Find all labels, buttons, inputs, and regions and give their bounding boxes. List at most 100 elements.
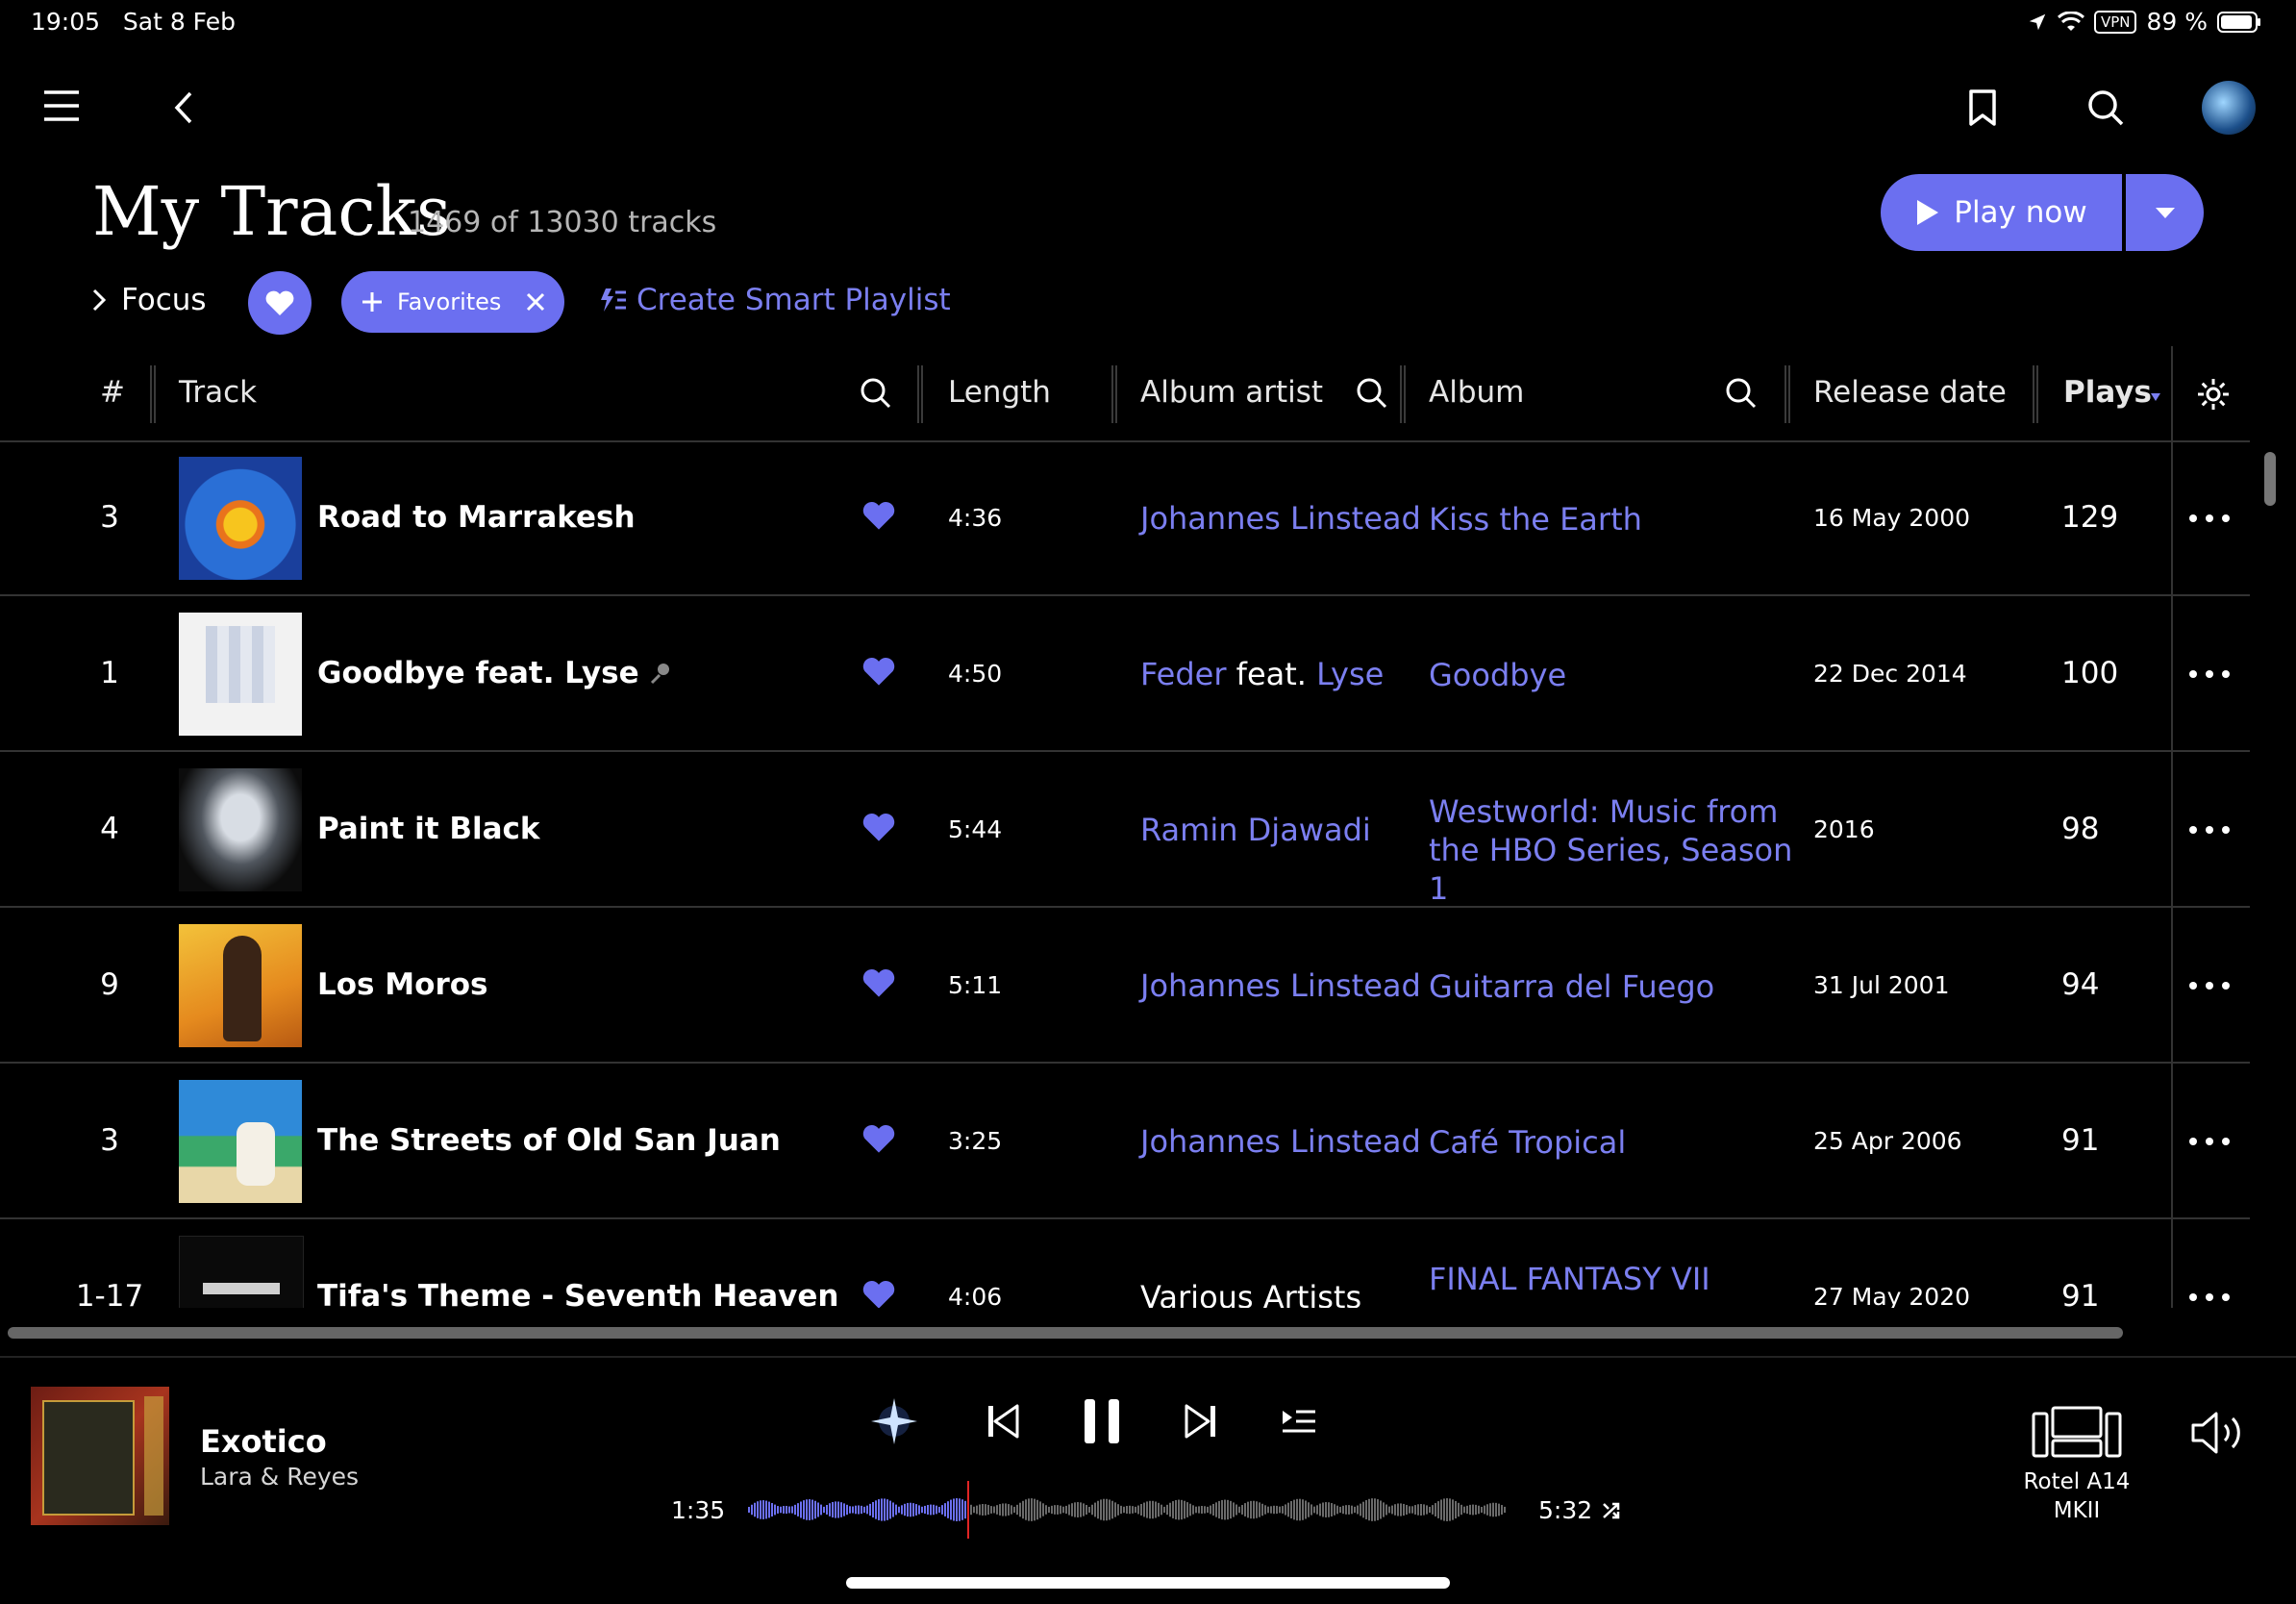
menu-button[interactable] bbox=[42, 88, 81, 123]
album-link[interactable]: Café Tropical bbox=[1429, 1123, 1813, 1162]
featured-artist-link[interactable]: Lyse bbox=[1316, 656, 1384, 692]
favorite-heart-icon[interactable] bbox=[861, 967, 896, 998]
back-button[interactable] bbox=[171, 90, 196, 125]
column-settings-button[interactable] bbox=[2196, 377, 2231, 412]
column-separator[interactable] bbox=[1784, 365, 1790, 423]
next-track-button[interactable] bbox=[1185, 1404, 1217, 1439]
column-length[interactable]: Length bbox=[948, 375, 1051, 410]
album-link[interactable]: Goodbye bbox=[1429, 656, 1813, 694]
track-title[interactable]: Los Moros bbox=[317, 967, 487, 1002]
column-number[interactable]: # bbox=[100, 375, 125, 410]
track-title[interactable]: Road to Marrakesh bbox=[317, 500, 636, 535]
track-duration: 5:32 bbox=[1538, 1496, 1621, 1524]
album-art[interactable] bbox=[179, 768, 302, 891]
focus-toggle[interactable]: Focus bbox=[92, 283, 207, 317]
track-title[interactable]: Tifa's Theme - Seventh Heaven bbox=[317, 1279, 838, 1308]
artist-search-button[interactable] bbox=[1356, 377, 1388, 410]
album-link[interactable]: Kiss the Earth bbox=[1429, 500, 1813, 539]
column-separator[interactable] bbox=[1400, 365, 1406, 423]
location-icon bbox=[2029, 13, 2046, 30]
search-button[interactable] bbox=[2086, 88, 2125, 127]
skip-forward-icon bbox=[1185, 1404, 1215, 1439]
favorites-chip[interactable]: Favorites bbox=[341, 271, 564, 333]
favorite-heart-icon[interactable] bbox=[861, 812, 896, 842]
album-link[interactable]: FINAL FANTASY VII bbox=[1429, 1260, 1813, 1298]
track-title[interactable]: Paint it Black bbox=[317, 812, 540, 846]
now-playing-title[interactable]: Exotico bbox=[200, 1423, 327, 1460]
now-playing-art[interactable] bbox=[31, 1387, 169, 1525]
track-list[interactable]: 3 Road to Marrakesh 4:36 Johannes Linste… bbox=[0, 440, 2250, 1308]
track-title[interactable]: The Streets of Old San Juan bbox=[317, 1123, 781, 1158]
playhead[interactable] bbox=[967, 1481, 969, 1539]
current-time: 1:35 bbox=[671, 1496, 726, 1524]
table-row[interactable]: 3 The Streets of Old San Juan 3:25 Johan… bbox=[0, 1064, 2250, 1219]
album-artist-link[interactable]: Johannes Linstead bbox=[1140, 967, 1421, 1004]
album-artist-link[interactable]: Ramin Djawadi bbox=[1140, 812, 1371, 848]
avatar[interactable] bbox=[2202, 81, 2256, 135]
bookmark-button[interactable] bbox=[1967, 88, 1998, 127]
favorite-heart-icon[interactable] bbox=[861, 1123, 896, 1154]
previous-track-button[interactable] bbox=[986, 1404, 1019, 1439]
column-release-date[interactable]: Release date bbox=[1813, 375, 2007, 410]
column-separator[interactable] bbox=[2033, 365, 2038, 423]
shuffle-icon[interactable] bbox=[1602, 1501, 1621, 1520]
column-separator[interactable] bbox=[917, 365, 923, 423]
album-art[interactable] bbox=[179, 457, 302, 580]
table-row[interactable]: 3 Road to Marrakesh 4:36 Johannes Linste… bbox=[0, 440, 2250, 596]
vertical-scrollbar[interactable] bbox=[2264, 452, 2276, 506]
table-row[interactable]: 1-17 Tifa's Theme - Seventh Heaven 4:06 … bbox=[0, 1219, 2250, 1308]
play-now-button[interactable]: Play now bbox=[1881, 174, 2122, 251]
table-row[interactable]: 4 Paint it Black 5:44 Ramin Djawadi West… bbox=[0, 752, 2250, 908]
track-search-button[interactable] bbox=[860, 377, 892, 410]
album-artist-link[interactable]: Johannes Linstead bbox=[1140, 1123, 1421, 1160]
now-playing-artist[interactable]: Lara & Reyes bbox=[200, 1463, 359, 1491]
search-icon bbox=[861, 378, 891, 409]
favorite-heart-icon[interactable] bbox=[861, 1279, 896, 1308]
create-smart-playlist-button[interactable]: Create Smart Playlist bbox=[598, 283, 951, 317]
track-title-cell[interactable]: Goodbye feat. Lyse bbox=[317, 656, 674, 690]
column-plays[interactable]: Plays bbox=[2063, 375, 2152, 410]
album-link[interactable]: Guitarra del Fuego bbox=[1429, 967, 1813, 1006]
table-row[interactable]: 1 Goodbye feat. Lyse 4:50 Feder feat. Ly… bbox=[0, 596, 2250, 752]
album-art[interactable] bbox=[179, 924, 302, 1047]
play-options-button[interactable] bbox=[2126, 174, 2204, 251]
more-options-button[interactable] bbox=[2188, 1137, 2231, 1146]
waveform-seekbar[interactable] bbox=[748, 1481, 1508, 1539]
album-search-button[interactable] bbox=[1725, 377, 1758, 410]
column-album-artist[interactable]: Album artist bbox=[1140, 375, 1323, 410]
more-options-button[interactable] bbox=[2188, 1292, 2231, 1302]
album-link[interactable]: Westworld: Music from the HBO Series, Se… bbox=[1429, 792, 1813, 908]
output-device-button[interactable]: Rotel A14 MKII bbox=[2004, 1406, 2150, 1525]
pause-button[interactable] bbox=[1083, 1397, 1121, 1445]
favorites-filter-button[interactable] bbox=[248, 271, 312, 335]
featured-artist-icon bbox=[650, 664, 669, 685]
more-options-button[interactable] bbox=[2188, 669, 2231, 679]
volume-button[interactable] bbox=[2190, 1410, 2250, 1456]
favorite-heart-icon[interactable] bbox=[861, 656, 896, 687]
album-art[interactable] bbox=[179, 1236, 304, 1308]
column-separator[interactable] bbox=[150, 365, 156, 423]
track-length: 4:50 bbox=[948, 660, 1003, 688]
more-options-button[interactable] bbox=[2188, 825, 2231, 835]
favorite-heart-icon[interactable] bbox=[861, 500, 896, 531]
ellipsis-icon bbox=[2189, 1293, 2230, 1301]
column-separator[interactable] bbox=[1111, 365, 1117, 423]
column-track[interactable]: Track bbox=[179, 375, 257, 410]
more-options-button[interactable] bbox=[2188, 514, 2231, 523]
album-artist-link[interactable]: Feder bbox=[1140, 656, 1227, 692]
column-album[interactable]: Album bbox=[1429, 375, 1524, 410]
more-options-button[interactable] bbox=[2188, 981, 2231, 990]
horizontal-scrollbar[interactable] bbox=[8, 1327, 2123, 1339]
track-title[interactable]: Goodbye feat. Lyse bbox=[317, 656, 639, 690]
queue-button[interactable] bbox=[1281, 1407, 1317, 1436]
album-art[interactable] bbox=[179, 1080, 302, 1203]
close-icon[interactable] bbox=[526, 292, 545, 312]
play-count: 94 bbox=[2061, 967, 2100, 1002]
queue-icon bbox=[1283, 1410, 1315, 1433]
table-row[interactable]: 9 Los Moros 5:11 Johannes Linstead Guita… bbox=[0, 908, 2250, 1064]
album-art[interactable] bbox=[179, 613, 302, 736]
sparkle-button[interactable] bbox=[865, 1392, 923, 1450]
album-artist-link[interactable]: Johannes Linstead bbox=[1140, 500, 1421, 537]
release-date: 31 Jul 2001 bbox=[1813, 971, 1950, 999]
home-indicator[interactable] bbox=[846, 1577, 1450, 1589]
